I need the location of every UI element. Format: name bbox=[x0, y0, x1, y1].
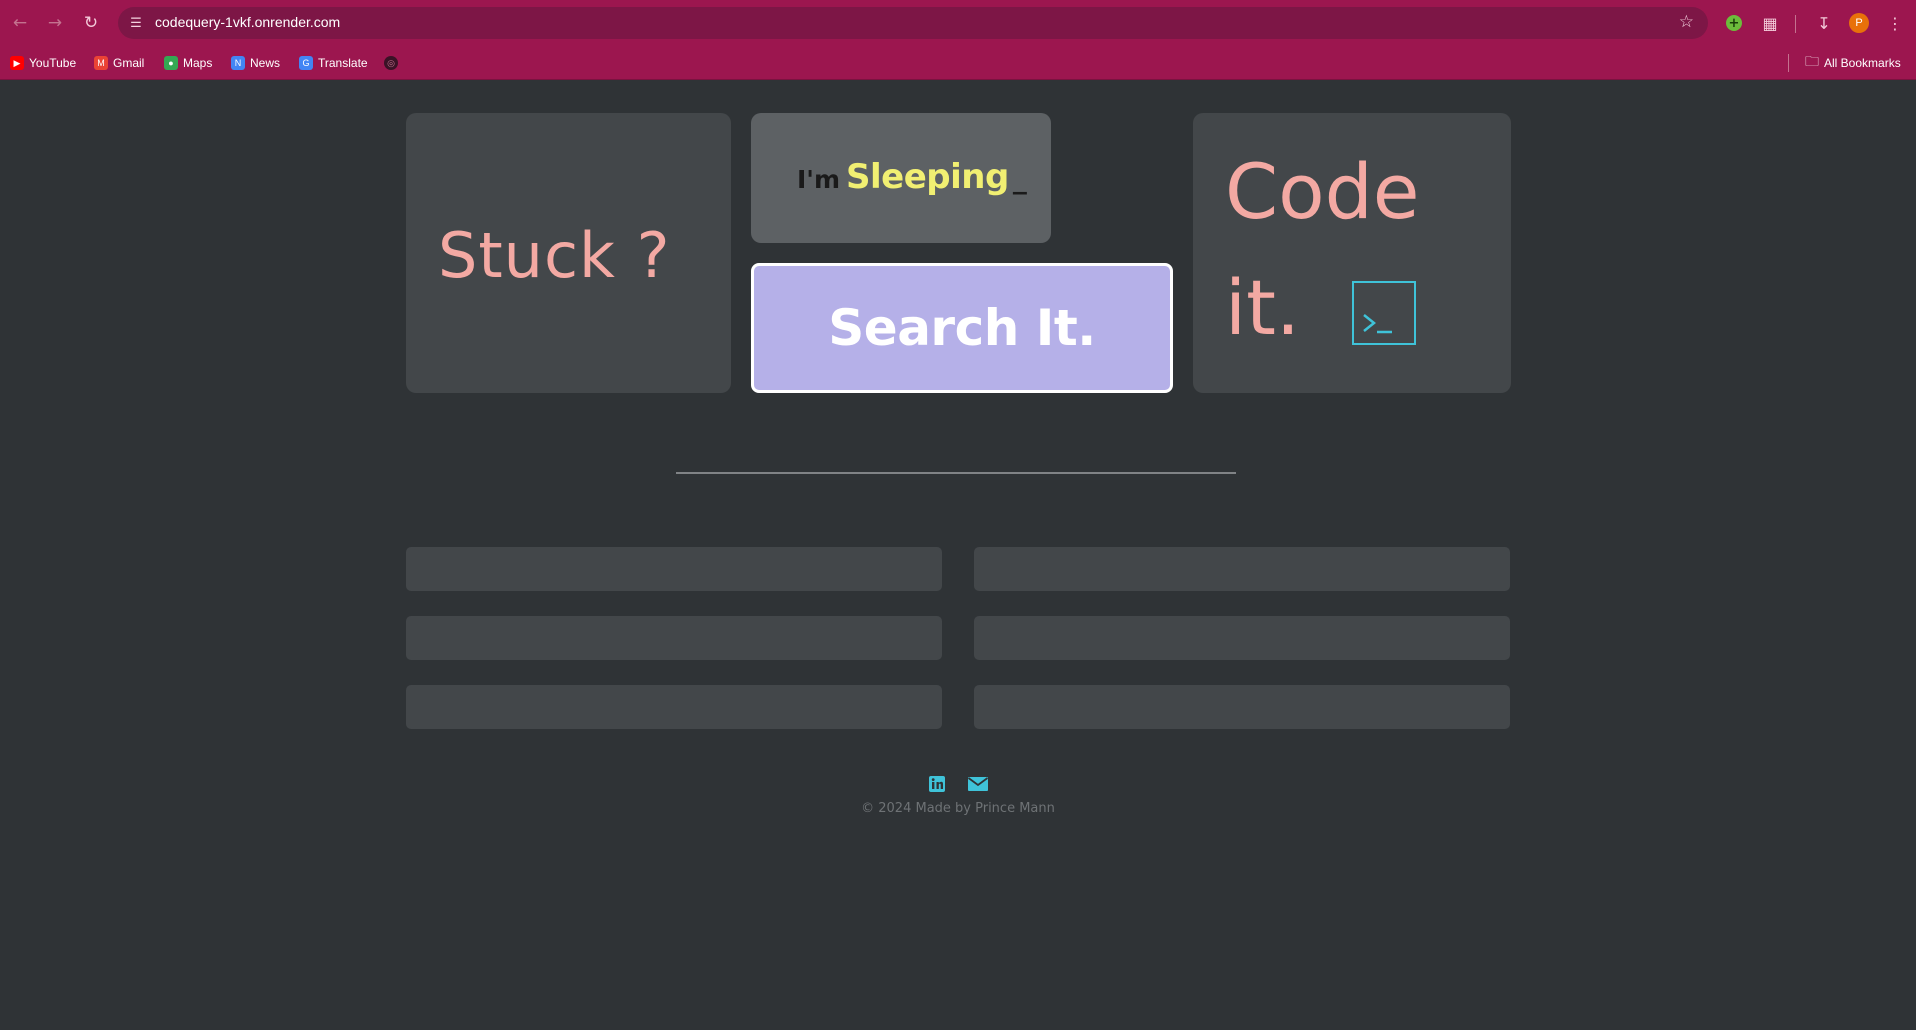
back-icon[interactable]: ← bbox=[8, 11, 32, 35]
extension-icon[interactable]: + bbox=[1722, 11, 1746, 35]
stuck-heading: Stuck ? bbox=[438, 219, 671, 292]
search-it-label: Search It. bbox=[828, 299, 1096, 357]
search-it-button[interactable]: Search It. bbox=[751, 263, 1173, 393]
typing-cursor: _ bbox=[1012, 162, 1027, 195]
placeholder-box bbox=[974, 685, 1510, 729]
mail-icon[interactable] bbox=[967, 774, 989, 794]
code-heading: Code bbox=[1225, 147, 1420, 236]
placeholder-box bbox=[974, 547, 1510, 591]
placeholder-box bbox=[406, 547, 942, 591]
bookmark-globe[interactable]: ◎ bbox=[384, 54, 398, 72]
placeholder-box bbox=[974, 616, 1510, 660]
address-bar[interactable]: ☰ codequery-1vkf.onrender.com ☆ bbox=[118, 7, 1708, 39]
bookmark-maps[interactable]: ● Maps bbox=[164, 54, 212, 72]
bookmark-label: Translate bbox=[318, 56, 368, 70]
bookmarks-separator bbox=[1788, 54, 1789, 72]
bookmark-gmail[interactable]: M Gmail bbox=[94, 54, 144, 72]
url-text[interactable]: codequery-1vkf.onrender.com bbox=[155, 14, 340, 30]
sleeping-card: I'm Sleeping _ bbox=[751, 113, 1051, 243]
bookmark-news[interactable]: N News bbox=[231, 54, 280, 72]
linkedin-icon[interactable] bbox=[927, 774, 949, 794]
placeholder-box bbox=[406, 685, 942, 729]
toolbar-separator bbox=[1795, 15, 1796, 33]
bookmark-star-icon[interactable]: ☆ bbox=[1679, 12, 1694, 32]
bookmark-label: YouTube bbox=[29, 56, 77, 70]
bookmark-label: Gmail bbox=[113, 56, 145, 70]
code-it-card: Code it. bbox=[1193, 113, 1511, 393]
all-bookmarks[interactable]: 🗀 All Bookmarks bbox=[1805, 53, 1901, 72]
all-bookmarks-label: All Bookmarks bbox=[1824, 56, 1901, 70]
profile-avatar[interactable]: P bbox=[1847, 11, 1871, 35]
browser-toolbar: ← → ↻ ☰ codequery-1vkf.onrender.com ☆ + … bbox=[0, 0, 1916, 46]
folder-icon: 🗀 bbox=[1805, 53, 1819, 69]
placeholder-box bbox=[406, 616, 942, 660]
bookmarks-bar: ▶ YouTube M Gmail ● Maps N News G Transl… bbox=[0, 46, 1916, 80]
maps-icon: ● bbox=[164, 56, 178, 70]
site-info-icon[interactable]: ☰ bbox=[127, 14, 145, 32]
forward-icon[interactable]: → bbox=[43, 11, 67, 35]
extensions-puzzle-icon[interactable]: ▦ bbox=[1758, 11, 1782, 35]
bookmark-label: News bbox=[250, 56, 281, 70]
im-text: I'm bbox=[797, 165, 841, 194]
section-divider bbox=[676, 472, 1236, 474]
menu-kebab-icon[interactable]: ⋮ bbox=[1883, 11, 1907, 35]
download-icon[interactable]: ↧ bbox=[1812, 11, 1836, 35]
youtube-icon: ▶ bbox=[10, 56, 24, 70]
terminal-icon[interactable] bbox=[1352, 281, 1416, 345]
bookmark-label: Maps bbox=[183, 56, 213, 70]
typed-word: Sleeping bbox=[846, 157, 1009, 197]
globe-icon: ◎ bbox=[384, 56, 398, 70]
gmail-icon: M bbox=[94, 56, 108, 70]
reload-icon[interactable]: ↻ bbox=[79, 11, 103, 35]
footer-copyright: © 2024 Made by Prince Mann bbox=[861, 801, 1055, 816]
it-heading: it. bbox=[1225, 263, 1301, 352]
bookmark-translate[interactable]: G Translate bbox=[299, 54, 368, 72]
stuck-card: Stuck ? bbox=[406, 113, 731, 393]
translate-icon: G bbox=[299, 56, 313, 70]
bookmark-youtube[interactable]: ▶ YouTube bbox=[10, 54, 76, 72]
news-icon: N bbox=[231, 56, 245, 70]
